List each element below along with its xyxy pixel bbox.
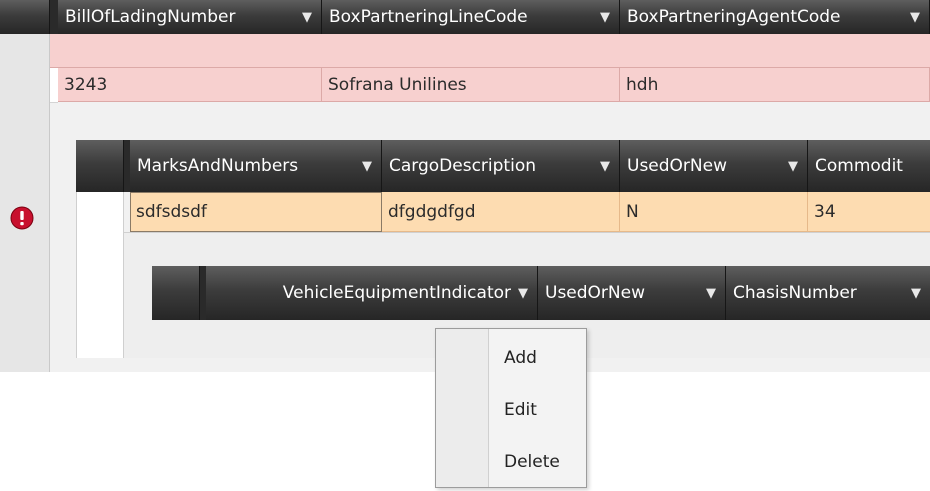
cell-boxpartneringlinecode[interactable]: Sofrana Unilines [322, 68, 620, 102]
column-header-label: UsedOrNew [545, 283, 645, 303]
cargo-grid-header-corner [76, 140, 124, 192]
header-gap [50, 0, 58, 34]
column-header-cargodescription[interactable]: CargoDescription ▼ [382, 140, 620, 192]
cell-usedornew[interactable]: N [620, 192, 808, 232]
column-header-label: ChasisNumber [733, 283, 857, 303]
column-header-boxpartneringagentcode[interactable]: BoxPartneringAgentCode ▼ [620, 0, 930, 34]
column-header-label: UsedOrNew [627, 156, 727, 176]
cell-billofladingnumber[interactable]: 3243 [58, 68, 322, 102]
filter-icon[interactable]: ▼ [910, 287, 922, 300]
menu-item-add[interactable]: Add [489, 337, 586, 379]
filter-icon[interactable]: ▼ [599, 11, 611, 24]
error-exclamation-icon [10, 206, 34, 230]
cell-commodity[interactable]: 34 [808, 192, 930, 232]
menu-item-edit[interactable]: Edit [489, 389, 586, 431]
column-header-chasisnumber[interactable]: ChasisNumber ▼ [726, 266, 930, 320]
filter-icon[interactable]: ▼ [517, 287, 529, 300]
filter-icon[interactable]: ▼ [301, 11, 313, 24]
column-header-label: VehicleEquipmentIndicator [282, 283, 511, 303]
outer-grid-header-corner [0, 0, 50, 34]
filter-icon[interactable]: ▼ [361, 160, 373, 173]
column-header-commodity[interactable]: Commodit [808, 140, 930, 192]
column-header-label: Commodit [815, 156, 903, 176]
column-header-label: BoxPartneringLineCode [329, 7, 528, 27]
filter-icon[interactable]: ▼ [705, 287, 717, 300]
cell-boxpartneringagentcode[interactable]: hdh [620, 68, 930, 102]
cell-cargodescription[interactable]: dfgdgdfgd [382, 192, 620, 232]
column-header-vehicleequipmentindicator[interactable]: VehicleEquipmentIndicator ▼ [206, 266, 538, 320]
row-details-gap [58, 102, 930, 126]
column-header-marksandnumbers[interactable]: MarksAndNumbers ▼ [130, 140, 382, 192]
vehicle-grid-header-corner [152, 266, 200, 320]
column-header-label: BoxPartneringAgentCode [627, 7, 841, 27]
column-header-vehicle-usedornew[interactable]: UsedOrNew ▼ [538, 266, 726, 320]
column-header-boxpartneringlinecode[interactable]: BoxPartneringLineCode ▼ [322, 0, 620, 34]
menu-item-delete[interactable]: Delete [489, 441, 586, 483]
filter-icon[interactable]: ▼ [909, 11, 921, 24]
column-header-label: MarksAndNumbers [137, 156, 299, 176]
column-header-label: CargoDescription [389, 156, 536, 176]
context-menu-icon-gutter [436, 329, 489, 487]
outer-grid-indicator-column [0, 0, 50, 372]
filter-icon[interactable]: ▼ [787, 160, 799, 173]
cell-marksandnumbers[interactable]: sdfsdsdf [130, 192, 382, 232]
outer-row-band [50, 34, 930, 68]
filter-icon[interactable]: ▼ [599, 160, 611, 173]
column-header-billofladingnumber[interactable]: BillOfLadingNumber ▼ [58, 0, 322, 34]
column-header-usedornew[interactable]: UsedOrNew ▼ [620, 140, 808, 192]
context-menu: Add Edit Delete [435, 328, 587, 488]
column-header-label: BillOfLadingNumber [65, 7, 236, 27]
